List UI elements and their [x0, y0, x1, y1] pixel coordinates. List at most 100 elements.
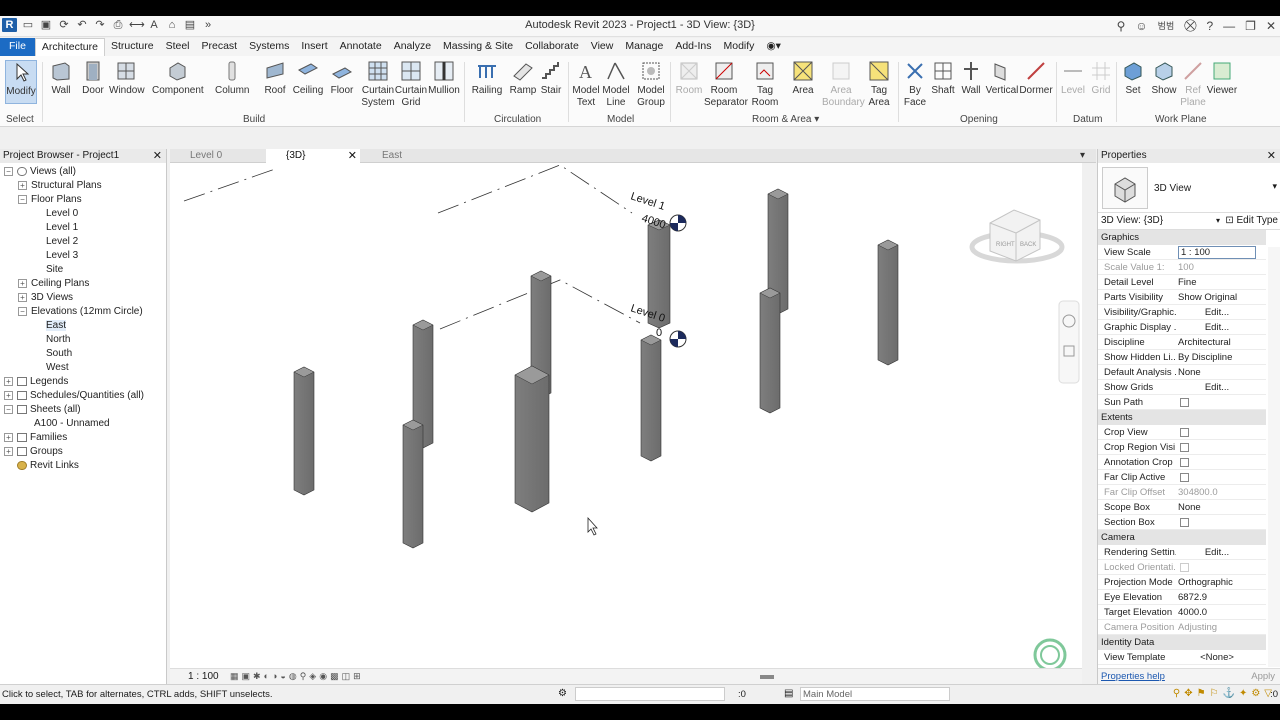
cart-icon[interactable]: ⛒ — [1184, 18, 1196, 33]
help-icon[interactable]: ? — [1206, 19, 1213, 33]
model-text-button[interactable]: A Model Text — [569, 60, 603, 109]
prop-annotation-crop[interactable]: Annotation Crop — [1098, 455, 1266, 470]
collapse-icon[interactable]: − — [18, 194, 27, 204]
set-button[interactable]: Set — [1116, 60, 1150, 97]
apply-button[interactable]: Apply — [1251, 669, 1275, 685]
tree-item-west[interactable]: West — [46, 361, 69, 374]
prop-far-clip-active[interactable]: Far Clip Active — [1098, 470, 1266, 485]
tree-item-revit-links[interactable]: Revit Links — [17, 459, 79, 472]
horizontal-scrollbar-thumb[interactable] — [760, 675, 774, 679]
tree-item-legends[interactable]: + Legends — [4, 375, 68, 388]
view-tab-3d[interactable]: {3D} ✕ — [266, 149, 360, 163]
section-identity-data[interactable]: Identity Data — [1098, 635, 1266, 650]
tag-room-button[interactable]: Tag Room — [748, 60, 782, 109]
component-button[interactable]: Component — [152, 60, 204, 97]
view-tab-east[interactable]: East — [362, 149, 456, 163]
tab-insert[interactable]: Insert — [295, 38, 333, 56]
tree-item-families[interactable]: + Families — [4, 431, 67, 444]
expand-icon[interactable]: + — [4, 376, 13, 386]
close-icon[interactable]: ✕ — [348, 149, 357, 163]
mullion-button[interactable]: Mullion — [427, 60, 461, 97]
prop-section-box[interactable]: Section Box — [1098, 515, 1266, 530]
area-button[interactable]: Area — [786, 60, 820, 97]
expand-icon[interactable]: + — [4, 390, 13, 400]
level1-head[interactable]: Level 1 4000 — [629, 190, 687, 232]
tab-architecture[interactable]: Architecture — [34, 38, 105, 56]
checkbox[interactable] — [1180, 458, 1189, 467]
expand-icon[interactable]: + — [18, 292, 27, 302]
tree-item-a100[interactable]: A100 - Unnamed — [34, 417, 110, 430]
tab-file[interactable]: File — [0, 38, 35, 56]
tab-manage[interactable]: Manage — [619, 38, 669, 56]
view-tab-level0[interactable]: Level 0 — [170, 149, 264, 163]
floor-button[interactable]: Floor — [325, 60, 359, 97]
prop-graphic-display[interactable]: Graphic Display ... Edit... — [1098, 320, 1266, 335]
ceiling-button[interactable]: Ceiling — [291, 60, 325, 97]
tree-item-north[interactable]: North — [46, 333, 70, 346]
viewer-button[interactable]: Viewer — [1205, 60, 1239, 97]
collapse-icon[interactable]: − — [4, 166, 13, 176]
workset-icon[interactable]: ⚙ — [558, 688, 567, 699]
expand-icon[interactable]: + — [4, 446, 13, 456]
checkbox[interactable] — [1180, 398, 1189, 407]
prop-view-scale[interactable]: View Scale 1 : 100 — [1098, 245, 1266, 260]
tab-modify[interactable]: Modify — [718, 38, 761, 56]
tab-analyze[interactable]: Analyze — [388, 38, 437, 56]
checkbox[interactable] — [1180, 428, 1189, 437]
curtain-grid-button[interactable]: Curtain Grid — [394, 60, 428, 109]
chevron-down-icon[interactable]: ▾ — [1272, 181, 1277, 192]
tree-item-sheets[interactable]: − Sheets (all) — [4, 403, 81, 416]
tab-systems[interactable]: Systems — [243, 38, 295, 56]
prop-rendering-settings[interactable]: Rendering Settin... Edit... — [1098, 545, 1266, 560]
viewcube-back-label[interactable]: BACK — [1020, 242, 1036, 248]
stair-button[interactable]: Stair — [534, 60, 568, 97]
restore-icon[interactable]: ❐ — [1245, 19, 1256, 33]
tab-view[interactable]: View — [585, 38, 620, 56]
prop-detail-level[interactable]: Detail Level Fine — [1098, 275, 1266, 290]
model-line-button[interactable]: Model Line — [599, 60, 633, 109]
view-cube[interactable]: RIGHT BACK — [969, 209, 1065, 264]
chevron-down-icon[interactable]: ▾ — [1216, 213, 1220, 229]
type-selector[interactable]: 3D View ▾ — [1098, 163, 1280, 213]
prop-projection-mode[interactable]: Projection Mode Orthographic — [1098, 575, 1266, 590]
prop-show-grids[interactable]: Show Grids Edit... — [1098, 380, 1266, 395]
close-icon[interactable]: ✕ — [1266, 19, 1276, 33]
prop-crop-region[interactable]: Crop Region Visi... — [1098, 440, 1266, 455]
window-button[interactable]: Window — [109, 60, 145, 97]
vertical-button[interactable]: Vertical — [985, 60, 1019, 97]
tab-structure[interactable]: Structure — [105, 38, 160, 56]
area-boundary-button[interactable]: Area Boundary — [822, 60, 865, 109]
tree-item-ceiling-plans[interactable]: + Ceiling Plans — [18, 277, 89, 290]
navigation-bar[interactable] — [1058, 300, 1080, 384]
view-tabs-menu-icon[interactable]: ▾ — [1080, 149, 1085, 163]
tree-item-schedules[interactable]: + Schedules/Quantities (all) — [4, 389, 144, 402]
prop-target-elevation[interactable]: Target Elevation 4000.0 — [1098, 605, 1266, 620]
door-button[interactable]: Door — [76, 60, 110, 97]
close-icon[interactable]: ✕ — [153, 149, 162, 163]
tab-collaborate[interactable]: Collaborate — [519, 38, 585, 56]
prop-scope-box[interactable]: Scope Box None — [1098, 500, 1266, 515]
collapse-icon[interactable]: − — [18, 306, 27, 316]
expand-icon[interactable]: + — [4, 432, 13, 442]
model-group-button[interactable]: Model Group — [634, 60, 668, 109]
modify-button[interactable]: Modify — [5, 60, 37, 104]
prop-show-hidden[interactable]: Show Hidden Li... By Discipline — [1098, 350, 1266, 365]
tab-massing-site[interactable]: Massing & Site — [437, 38, 519, 56]
tree-item-level2[interactable]: Level 2 — [46, 235, 78, 248]
roof-button[interactable]: Roof — [258, 60, 292, 97]
wall-opening-button[interactable]: Wall — [954, 60, 988, 97]
prop-sun-path[interactable]: Sun Path — [1098, 395, 1266, 410]
expand-icon[interactable]: + — [18, 180, 27, 190]
tab-annotate[interactable]: Annotate — [334, 38, 388, 56]
section-graphics[interactable]: Graphics — [1098, 230, 1266, 245]
design-options-icon[interactable]: ▤ — [784, 688, 793, 699]
prop-parts-visibility[interactable]: Parts Visibility Show Original — [1098, 290, 1266, 305]
properties-help-link[interactable]: Properties help — [1101, 669, 1165, 685]
tree-item-views[interactable]: − Views (all) — [4, 165, 76, 178]
view-control-icons[interactable]: ▦▣✱◐◑◒◍⚲◈◉▩◫⊞ — [230, 671, 364, 682]
properties-scrollbar[interactable] — [1268, 247, 1280, 667]
tab-add-ins[interactable]: Add-Ins — [669, 38, 717, 56]
design-option-select[interactable]: Main Model — [800, 687, 950, 701]
grid-button[interactable]: Grid — [1084, 60, 1118, 97]
curtain-system-button[interactable]: Curtain System — [361, 60, 395, 109]
